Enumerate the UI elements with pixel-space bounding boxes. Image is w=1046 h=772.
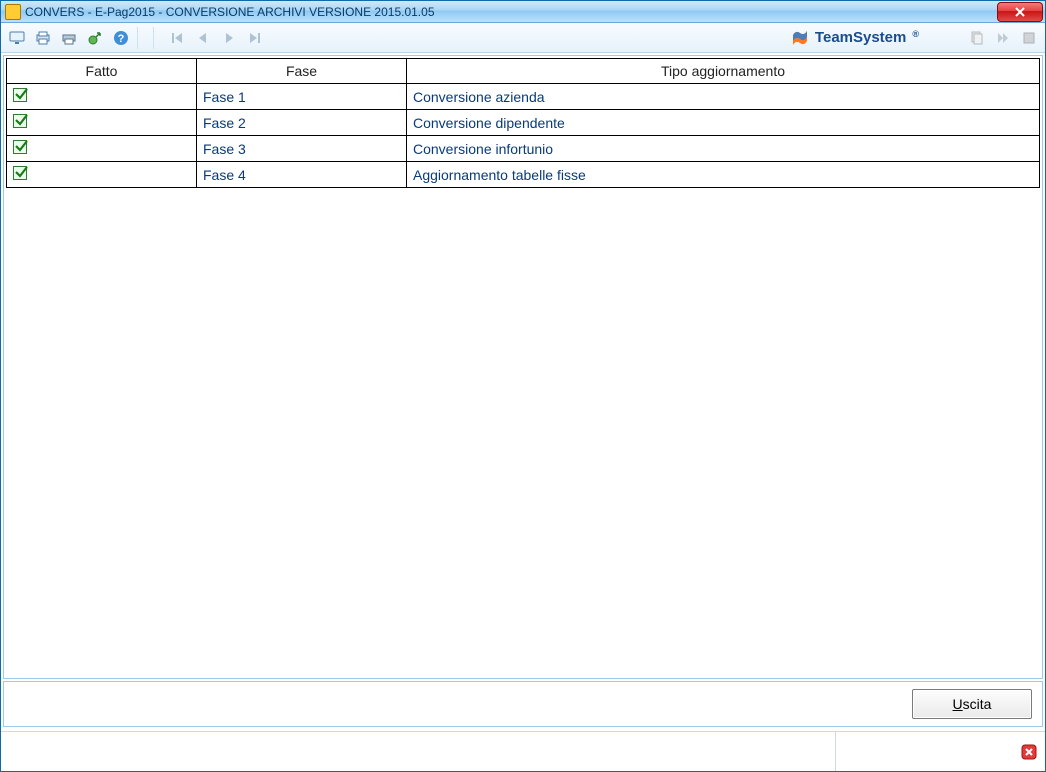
window-title: CONVERS - E-Pag2015 - CONVERSIONE ARCHIV… [25,5,435,19]
nav-next-button[interactable] [219,28,239,48]
export-icon [87,30,103,46]
check-icon [13,88,27,102]
cell-tipo[interactable]: Conversione infortunio [407,136,1040,162]
cell-tipo[interactable]: Aggiornamento tabelle fisse [407,162,1040,188]
content-area: Fatto Fase Tipo aggiornamento Fase 1Conv… [1,53,1045,731]
status-right [835,732,1045,771]
titlebar: CONVERS - E-Pag2015 - CONVERSIONE ARCHIV… [1,1,1045,23]
phases-table: Fatto Fase Tipo aggiornamento Fase 1Conv… [6,58,1040,188]
last-icon [247,30,263,46]
exit-button[interactable]: Uscita [912,689,1032,719]
toolbar-group-right [967,28,1039,48]
col-header-tipo[interactable]: Tipo aggiornamento [407,59,1040,84]
exit-rest: scita [963,696,992,712]
toolbar-print2-button[interactable] [59,28,79,48]
monitor-icon [9,30,25,46]
error-icon[interactable] [1021,744,1037,760]
cell-tipo[interactable]: Conversione dipendente [407,110,1040,136]
nav-last-button[interactable] [245,28,265,48]
brand-mark-icon [791,29,809,47]
titlebar-left: CONVERS - E-Pag2015 - CONVERSIONE ARCHIV… [5,4,435,20]
col-header-fase[interactable]: Fase [197,59,407,84]
first-icon [169,30,185,46]
printer-icon [35,30,51,46]
table-header-row: Fatto Fase Tipo aggiornamento [7,59,1040,84]
status-left [1,732,835,771]
button-bar: Uscita [3,681,1043,727]
cell-fatto[interactable] [7,110,197,136]
stop-icon [1021,30,1037,46]
check-icon [13,140,27,154]
cell-fase[interactable]: Fase 2 [197,110,407,136]
nav-prev-button[interactable] [193,28,213,48]
cell-fatto[interactable] [7,162,197,188]
toolbar-stop-button[interactable] [1019,28,1039,48]
toolbar-forward-button[interactable] [993,28,1013,48]
table-row[interactable]: Fase 2Conversione dipendente [7,110,1040,136]
brand-name: TeamSystem [815,29,906,46]
col-header-fatto[interactable]: Fatto [7,59,197,84]
toolbar-group-left: ? [7,28,131,48]
grid-container: Fatto Fase Tipo aggiornamento Fase 1Conv… [6,58,1040,676]
nav-first-button[interactable] [167,28,187,48]
window-close-button[interactable] [997,2,1043,22]
cell-fase[interactable]: Fase 1 [197,84,407,110]
toolbar-separator [153,27,161,49]
cell-tipo[interactable]: Conversione azienda [407,84,1040,110]
cell-fatto[interactable] [7,84,197,110]
app-window: CONVERS - E-Pag2015 - CONVERSIONE ARCHIV… [0,0,1046,772]
toolbar-screen-button[interactable] [7,28,27,48]
table-row[interactable]: Fase 4Aggiornamento tabelle fisse [7,162,1040,188]
toolbar-copy-button[interactable] [967,28,987,48]
main-panel: Fatto Fase Tipo aggiornamento Fase 1Conv… [3,55,1043,679]
brand-logo: TeamSystem ® [791,29,919,47]
exit-accel: U [953,696,963,712]
toolbar-help-button[interactable]: ? [111,28,131,48]
app-icon [5,4,21,20]
toolbar-nav-group [167,28,265,48]
cell-fase[interactable]: Fase 3 [197,136,407,162]
prev-icon [195,30,211,46]
printer-alt-icon [61,30,77,46]
toolbar-export-button[interactable] [85,28,105,48]
cell-fase[interactable]: Fase 4 [197,162,407,188]
check-icon [13,166,27,180]
toolbar: ? [1,23,1045,53]
close-icon [1014,6,1026,18]
table-row[interactable]: Fase 3Conversione infortunio [7,136,1040,162]
svg-text:?: ? [118,33,125,45]
help-icon: ? [113,30,129,46]
cell-fatto[interactable] [7,136,197,162]
table-row[interactable]: Fase 1Conversione azienda [7,84,1040,110]
statusbar [1,731,1045,771]
copy-icon [969,30,985,46]
brand-registered: ® [912,29,919,39]
chevrons-right-icon [995,30,1011,46]
toolbar-print-button[interactable] [33,28,53,48]
check-icon [13,114,27,128]
next-icon [221,30,237,46]
toolbar-separator [137,27,145,49]
